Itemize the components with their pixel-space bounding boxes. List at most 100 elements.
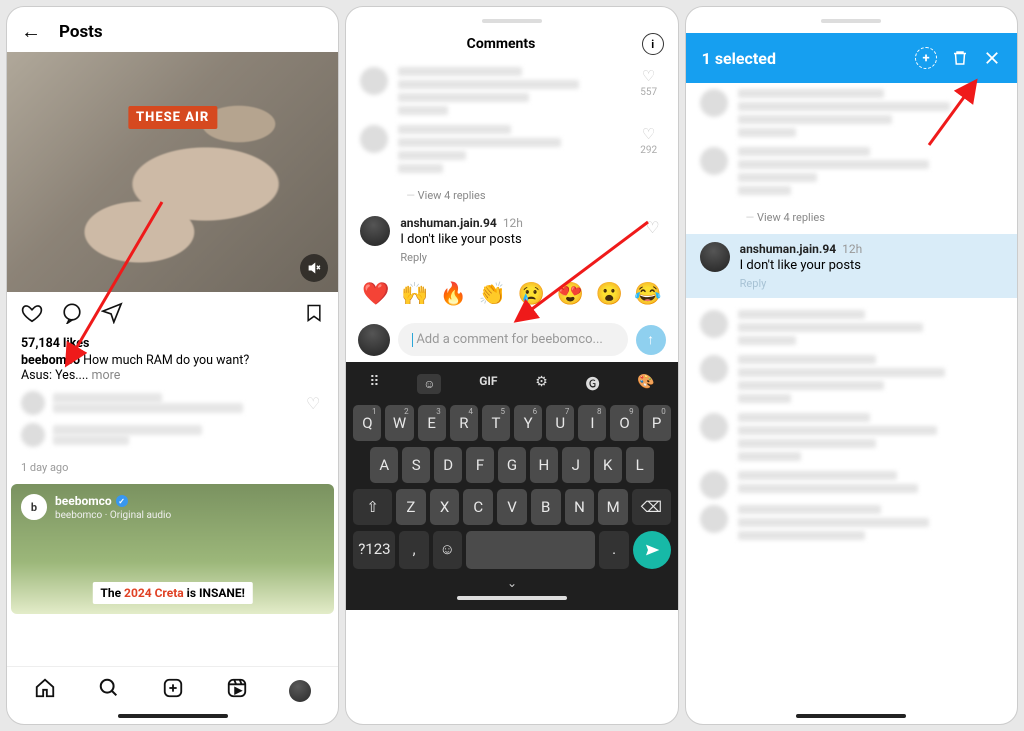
key-b[interactable]: B xyxy=(531,489,561,525)
key-comma[interactable]: , xyxy=(399,531,428,569)
panel-posts: ← Posts THESE AIR 57,184 likes beebomco … xyxy=(6,6,339,725)
key-w[interactable]: 2W xyxy=(385,405,413,441)
caption-user[interactable]: beebomco xyxy=(21,353,80,368)
emoji-fire[interactable]: 🔥 xyxy=(440,282,467,307)
view-replies[interactable]: View 4 replies xyxy=(360,183,663,212)
reel-preview[interactable]: b beebomco✓ beebomco · Original audio Th… xyxy=(11,484,334,614)
view-replies[interactable]: View 4 replies xyxy=(700,205,1003,234)
comment-user[interactable]: anshuman.jain.94 xyxy=(400,216,496,230)
home-indicator[interactable] xyxy=(796,714,906,718)
save-icon[interactable] xyxy=(304,303,324,329)
key-send[interactable] xyxy=(633,531,671,569)
kbd-translate-icon[interactable]: 🅖 xyxy=(586,374,600,394)
reel-username[interactable]: beebomco✓ xyxy=(55,494,128,508)
back-icon[interactable]: ← xyxy=(21,19,41,44)
kbd-gear-icon[interactable]: ⚙ xyxy=(535,374,548,394)
verified-icon: ✓ xyxy=(116,495,128,507)
comment-input[interactable]: Add a comment for beebomco... xyxy=(398,323,627,356)
reel-audio[interactable]: beebomco · Original audio xyxy=(55,510,171,521)
likes-count[interactable]: 57,184 likes xyxy=(21,334,324,351)
like-comment-icon[interactable]: ♡ xyxy=(645,218,659,237)
comment-text: I don't like your posts xyxy=(740,256,863,273)
sheet-handle[interactable] xyxy=(821,19,881,23)
reply-button[interactable]: Reply xyxy=(740,273,863,290)
posts-header: ← Posts xyxy=(7,7,338,52)
key-v[interactable]: V xyxy=(497,489,527,525)
key-a[interactable]: A xyxy=(370,447,398,483)
kbd-theme-icon[interactable]: 🎨 xyxy=(637,374,654,394)
key-x[interactable]: X xyxy=(430,489,460,525)
like-icon[interactable] xyxy=(21,302,43,330)
comments-list: ♡557 ♡292 View 4 replies xyxy=(346,63,677,212)
add-post-icon[interactable] xyxy=(162,677,184,704)
key-c[interactable]: C xyxy=(463,489,493,525)
home-indicator[interactable] xyxy=(457,596,567,600)
key-n[interactable]: N xyxy=(565,489,595,525)
post-time: 1 day ago xyxy=(7,455,338,484)
info-icon[interactable]: i xyxy=(642,33,664,55)
more-link[interactable]: more xyxy=(88,368,120,383)
search-nav-icon[interactable] xyxy=(98,677,120,704)
blurred-comments: ♡ xyxy=(7,383,338,455)
kbd-collapse-icon[interactable]: ⌄ xyxy=(350,572,673,592)
kbd-grid-icon[interactable]: ⠿ xyxy=(369,374,379,394)
reply-button[interactable]: Reply xyxy=(400,247,523,264)
key-q[interactable]: 1Q xyxy=(353,405,381,441)
key-space[interactable] xyxy=(466,531,596,569)
home-indicator[interactable] xyxy=(118,714,228,718)
comment-text: I don't like your posts xyxy=(400,230,523,247)
emoji-wow[interactable]: 😮 xyxy=(596,282,623,307)
emoji-cry[interactable]: 😢 xyxy=(518,282,545,307)
target-comment[interactable]: anshuman.jain.9412h I don't like your po… xyxy=(346,212,677,272)
key-z[interactable]: Z xyxy=(396,489,426,525)
key-t[interactable]: 5T xyxy=(482,405,510,441)
key-k[interactable]: K xyxy=(594,447,622,483)
key-y[interactable]: 6Y xyxy=(514,405,542,441)
emoji-hearteyes[interactable]: 😍 xyxy=(557,282,584,307)
emoji-joy[interactable]: 😂 xyxy=(634,282,661,307)
selected-comment[interactable]: anshuman.jain.9412h I don't like your po… xyxy=(686,234,1017,298)
close-icon[interactable] xyxy=(983,49,1001,67)
emoji-hands[interactable]: 🙌 xyxy=(401,282,428,307)
profile-avatar[interactable] xyxy=(289,680,311,702)
reels-icon[interactable] xyxy=(226,677,248,704)
key-o[interactable]: 9O xyxy=(610,405,638,441)
emoji-heart[interactable]: ❤️ xyxy=(362,282,389,307)
key-f[interactable]: F xyxy=(466,447,494,483)
key-backspace[interactable]: ⌫ xyxy=(632,489,671,525)
key-emoji[interactable]: ☺ xyxy=(433,531,462,569)
share-icon[interactable] xyxy=(101,302,123,330)
key-d[interactable]: D xyxy=(434,447,462,483)
key-s[interactable]: S xyxy=(402,447,430,483)
panel-comments: Comments i ♡557 ♡292 View 4 replies ansh… xyxy=(345,6,678,725)
delete-icon[interactable] xyxy=(951,49,969,67)
home-icon[interactable] xyxy=(34,677,56,704)
selection-count: 1 selected xyxy=(702,49,901,68)
comment-icon[interactable] xyxy=(61,302,83,330)
key-period[interactable]: . xyxy=(599,531,628,569)
key-e[interactable]: 3E xyxy=(418,405,446,441)
sheet-handle[interactable] xyxy=(482,19,542,23)
key-u[interactable]: 7U xyxy=(546,405,574,441)
send-up-icon[interactable]: ↑ xyxy=(636,325,666,355)
key-l[interactable]: L xyxy=(626,447,654,483)
comment-avatar[interactable] xyxy=(360,216,390,246)
key-h[interactable]: H xyxy=(530,447,558,483)
key-numbers[interactable]: ?123 xyxy=(353,531,395,569)
post-image[interactable]: THESE AIR xyxy=(7,52,338,292)
key-j[interactable]: J xyxy=(562,447,590,483)
key-p[interactable]: 0P xyxy=(643,405,671,441)
key-shift[interactable]: ⇧ xyxy=(353,489,392,525)
key-m[interactable]: M xyxy=(598,489,628,525)
post-caption[interactable]: beebomco How much RAM do you want? Asus:… xyxy=(21,351,324,383)
key-i[interactable]: 8I xyxy=(578,405,606,441)
kbd-row-4: ?123 , ☺ . xyxy=(350,528,673,572)
restrict-icon[interactable]: + xyxy=(915,47,937,69)
key-r[interactable]: 4R xyxy=(450,405,478,441)
comment-user[interactable]: anshuman.jain.94 xyxy=(740,242,836,256)
kbd-gif-button[interactable]: GIF xyxy=(479,374,497,394)
comment-avatar[interactable] xyxy=(700,242,730,272)
kbd-sticker-icon[interactable]: ☺ xyxy=(417,374,441,394)
key-g[interactable]: G xyxy=(498,447,526,483)
emoji-clap[interactable]: 👏 xyxy=(479,282,506,307)
